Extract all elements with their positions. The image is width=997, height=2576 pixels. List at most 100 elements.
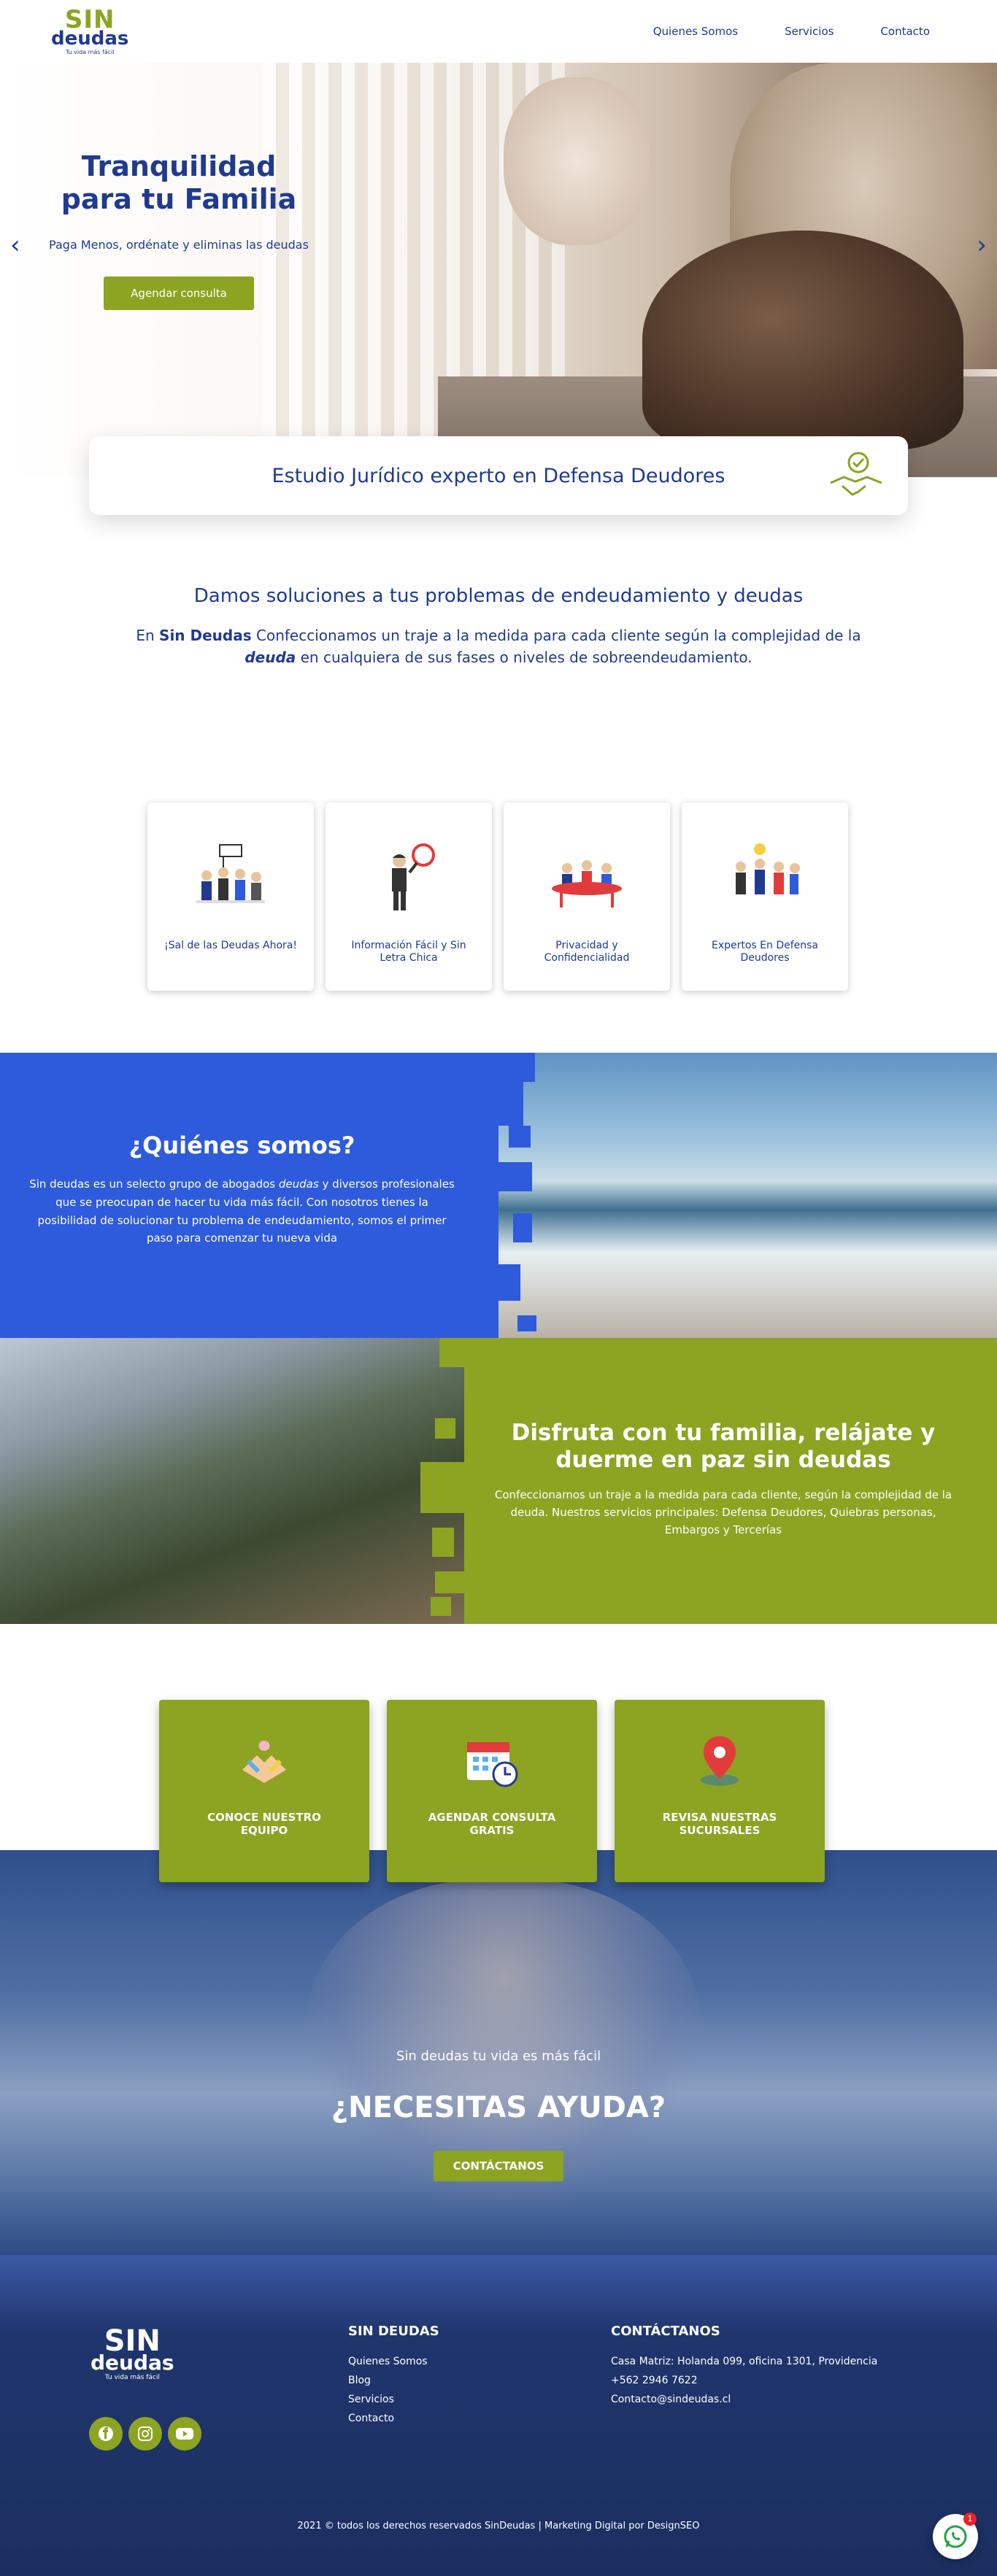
hero-subtitle: Paga Menos, ordénate y eliminas las deud… <box>49 237 309 252</box>
calendar-clock-icon <box>467 1742 518 1787</box>
logo-tagline: Tu vida más fácil <box>65 49 115 55</box>
action-label: CONOCE NUESTRO EQUIPO <box>207 1811 321 1837</box>
nav-quienes-somos[interactable]: Quienes Somos <box>653 25 738 38</box>
facebook-icon[interactable] <box>89 2417 123 2451</box>
beach-family-image <box>498 1053 997 1338</box>
pixel-decoration <box>498 1162 532 1191</box>
intro-paragraph: En Sin Deudas Confeccionamos un traje a … <box>119 624 878 668</box>
quienes-somos-section: ¿Quiénes somos? Sin deudas es un selecto… <box>0 1053 997 1338</box>
magnifier-man-icon <box>392 843 435 910</box>
footer-col-title: CONTÁCTANOS <box>611 2324 720 2339</box>
help-title: ¿NECESITAS AYUDA? <box>331 2091 666 2124</box>
mountain-jump-image <box>0 1338 464 1624</box>
action-boxes: CONOCE NUESTRO EQUIPO AGENDAR CONSULTA G… <box>159 1700 825 1882</box>
disfruta-section: Disfruta con tu familia, relájate y duer… <box>0 1338 997 1624</box>
footer-logo-tagline: Tu vida más fácil <box>104 2374 160 2381</box>
feature-banner: Estudio Jurídico experto en Defensa Deud… <box>89 436 908 515</box>
footer-col-title: SIN DEUDAS <box>348 2324 439 2339</box>
disfruta-title: Disfruta con tu familia, relájate y duer… <box>511 1420 936 1473</box>
footer-col-sin-deudas: SIN DEUDAS Quienes Somos Blog Servicios … <box>348 2324 439 2428</box>
action-label: REVISA NUESTRAS SUCURSALES <box>662 1811 777 1837</box>
agendar-consulta-gratis-button[interactable]: AGENDAR CONSULTA GRATIS <box>387 1700 597 1882</box>
intro-title: Damos soluciones a tus problemas de ende… <box>193 585 804 607</box>
footer-email[interactable]: Contacto@sindeudas.cl <box>611 2390 877 2409</box>
intro-section: Damos soluciones a tus problemas de ende… <box>0 585 997 668</box>
social-links <box>89 2417 201 2451</box>
copyright-text: 2021 © todos los derechos reservados Sin… <box>297 2521 700 2531</box>
footer-link-contacto[interactable]: Contacto <box>348 2409 439 2428</box>
help-subtitle: Sin deudas tu vida es más fácil <box>396 2049 601 2064</box>
intro-text-pre: En <box>136 627 160 644</box>
feature-text: Estudio Jurídico experto en Defensa Deud… <box>272 464 725 487</box>
card-informacion-facil[interactable]: Información Fácil y Sin Letra Chica <box>326 802 492 991</box>
footer-address: Casa Matriz: Holanda 099, oficina 1301, … <box>611 2356 878 2367</box>
pixel-decoration <box>498 1264 520 1301</box>
intro-text-mid: Confeccionamos un traje a la medida para… <box>251 627 861 644</box>
notification-badge: 1 <box>963 2513 977 2526</box>
logo-main-text: deudas <box>51 28 129 50</box>
pixel-decoration <box>517 1315 536 1331</box>
agendar-consulta-button[interactable]: Agendar consulta <box>104 276 254 310</box>
nav-servicios[interactable]: Servicios <box>785 25 834 38</box>
quienes-text-pre: Sin deudas es un selecto grupo de abogad… <box>29 1177 279 1191</box>
pixel-decoration <box>420 1462 464 1513</box>
main-nav: Quienes Somos Servicios Contacto <box>653 25 930 38</box>
conoce-equipo-button[interactable]: CONOCE NUESTRO EQUIPO <box>159 1700 369 1882</box>
idea-team-icon <box>736 843 800 894</box>
nav-contacto[interactable]: Contacto <box>880 25 930 38</box>
card-label: ¡Sal de las Deudas Ahora! <box>163 940 298 951</box>
handshake-check-icon <box>830 452 882 496</box>
intro-text-post: en cualquiera de sus fases o niveles de … <box>296 649 752 666</box>
card-label: Información Fácil y Sin Letra Chica <box>351 940 466 964</box>
service-cards: ¡Sal de las Deudas Ahora! Información Fá… <box>147 802 848 991</box>
pixel-decoration <box>498 1082 523 1126</box>
contactanos-button[interactable]: CONTÁCTANOS <box>434 2151 563 2181</box>
card-privacidad[interactable]: Privacidad y Confidencialidad <box>504 802 670 991</box>
pixel-decoration <box>432 1528 454 1557</box>
intro-brand: Sin Deudas <box>159 627 252 644</box>
whatsapp-button[interactable]: 1 <box>933 2513 978 2559</box>
instagram-icon[interactable] <box>128 2417 162 2451</box>
footer-link-servicios[interactable]: Servicios <box>348 2390 439 2409</box>
site-footer: SIN deudas Tu vida más fácil SIN DEUDAS … <box>0 2255 997 2576</box>
whatsapp-icon <box>944 2525 967 2548</box>
card-sal-de-deudas[interactable]: ¡Sal de las Deudas Ahora! <box>147 802 314 991</box>
disfruta-paragraph: Confeccionamos un traje a la medida para… <box>494 1488 952 1537</box>
intro-emphasis: deuda <box>245 649 296 666</box>
pixel-decoration <box>513 1213 532 1242</box>
youtube-icon[interactable] <box>168 2417 201 2451</box>
action-label: AGENDAR CONSULTA GRATIS <box>428 1811 556 1837</box>
team-hands-icon <box>242 1741 286 1783</box>
site-header: SIN deudas Tu vida más fácil Quienes Som… <box>0 0 997 63</box>
footer-logo[interactable]: SIN deudas Tu vida más fácil <box>91 2326 174 2381</box>
pixel-decoration <box>435 1571 464 1593</box>
pixel-decoration <box>435 1418 455 1439</box>
disfruta-text-panel: Disfruta con tu familia, relájate y duer… <box>464 1338 997 1624</box>
footer-phone[interactable]: +562 2946 7622 <box>611 2371 877 2390</box>
quienes-paragraph: Sin deudas es un selecto grupo de abogad… <box>29 1175 455 1248</box>
hero-title: Tranquilidad para tu Familia <box>61 150 297 215</box>
site-logo[interactable]: SIN deudas Tu vida más fácil <box>51 7 128 55</box>
slider-next-icon[interactable]: › <box>977 231 987 260</box>
footer-link-blog[interactable]: Blog <box>348 2371 439 2390</box>
hero-slider: Tranquilidad para tu Familia Paga Menos,… <box>0 63 997 477</box>
quienes-emphasis: deudas <box>278 1177 319 1191</box>
meeting-table-icon <box>552 860 622 908</box>
card-label: Expertos En Defensa Deudores <box>711 940 819 964</box>
footer-logo-main: deudas <box>91 2351 174 2375</box>
map-pin-icon <box>701 1736 739 1786</box>
pixel-decoration <box>439 1338 464 1367</box>
card-expertos[interactable]: Expertos En Defensa Deudores <box>682 802 848 991</box>
pixel-decoration <box>509 1126 531 1148</box>
footer-link-quienes-somos[interactable]: Quienes Somos <box>348 2352 439 2371</box>
footer-col-contactanos: CONTÁCTANOS Casa Matriz: Holanda 099, of… <box>611 2324 877 2409</box>
hero-text-block: Tranquilidad para tu Familia Paga Menos,… <box>22 150 336 310</box>
card-label: Privacidad y Confidencialidad <box>544 940 630 964</box>
pixel-decoration <box>498 1053 535 1082</box>
hero-man-image <box>642 231 963 449</box>
slider-prev-icon[interactable]: ‹ <box>10 231 20 260</box>
revisa-sucursales-button[interactable]: REVISA NUESTRAS SUCURSALES <box>615 1700 825 1882</box>
people-celebrating-icon <box>196 844 265 903</box>
hero-baby-image <box>504 77 650 245</box>
quienes-text-panel: ¿Quiénes somos? Sin deudas es un selecto… <box>0 1053 498 1338</box>
